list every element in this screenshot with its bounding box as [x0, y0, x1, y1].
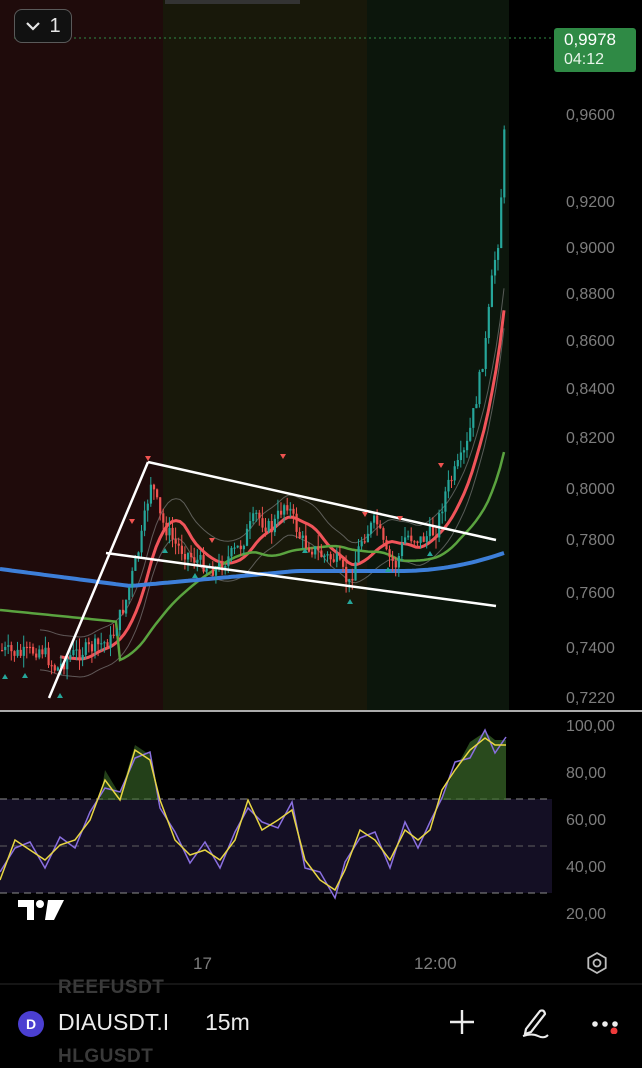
symbol-name-button[interactable]: DIAUSDT.I	[58, 1009, 169, 1036]
price-axis-label: 0,9000	[566, 240, 615, 257]
bar-countdown: 04:12	[564, 51, 605, 68]
ghost-symbol: HLGUSDT	[58, 1046, 154, 1067]
chart-canvas[interactable]	[0, 0, 642, 1059]
price-axis-label: 0,8400	[566, 381, 615, 398]
price-axis-label: 0,8600	[566, 333, 615, 350]
current-price-badge: 0,9978 04:12	[554, 28, 636, 72]
candle	[478, 369, 481, 408]
zone-yellow	[163, 0, 367, 710]
layers-toggle-button[interactable]: 1	[14, 9, 72, 43]
price-axis-label: 0,8800	[566, 286, 615, 303]
zone-green	[367, 0, 509, 710]
price-axis-label: 0,9200	[566, 194, 615, 211]
price-axis-label: 0,9600	[566, 107, 615, 124]
candle	[487, 303, 490, 344]
drawing-tool-icon[interactable]	[518, 1005, 552, 1039]
rsi-axis-label: 40,00	[566, 859, 607, 876]
price-axis-label: 0,8200	[566, 430, 615, 447]
rsi-overbought-fill	[440, 732, 506, 800]
ghost-symbol: REEFUSDT	[58, 977, 165, 998]
price-axis-label: 0,7220	[566, 690, 615, 707]
candle	[481, 368, 484, 373]
more-options-icon[interactable]	[590, 1014, 624, 1034]
time-axis-label: 17	[193, 954, 212, 973]
current-price: 0,9978	[564, 30, 616, 49]
price-axis-label: 0,7800	[566, 532, 615, 549]
price-axis-label: 0,7400	[566, 640, 615, 657]
tradingview-logo[interactable]	[18, 898, 64, 922]
layers-count: 1	[49, 14, 61, 37]
settings-icon[interactable]	[585, 951, 609, 975]
symbol-logo-icon[interactable]: D	[18, 1011, 44, 1037]
rsi-axis-label: 20,00	[566, 906, 607, 923]
time-axis-label: 12:00	[414, 954, 457, 973]
price-axis-label: 0,7600	[566, 585, 615, 602]
candle	[500, 188, 503, 249]
interval-button[interactable]: 15m	[205, 1009, 250, 1036]
rsi-axis-label: 100,00	[566, 718, 615, 735]
rsi-axis-label: 80,00	[566, 765, 607, 782]
candle	[503, 125, 506, 204]
top-tab	[165, 0, 300, 4]
chevron-down-icon	[26, 22, 41, 31]
price-axis-label: 0,8000	[566, 481, 615, 498]
rsi-axis-label: 60,00	[566, 812, 607, 829]
add-icon[interactable]	[448, 1008, 476, 1036]
